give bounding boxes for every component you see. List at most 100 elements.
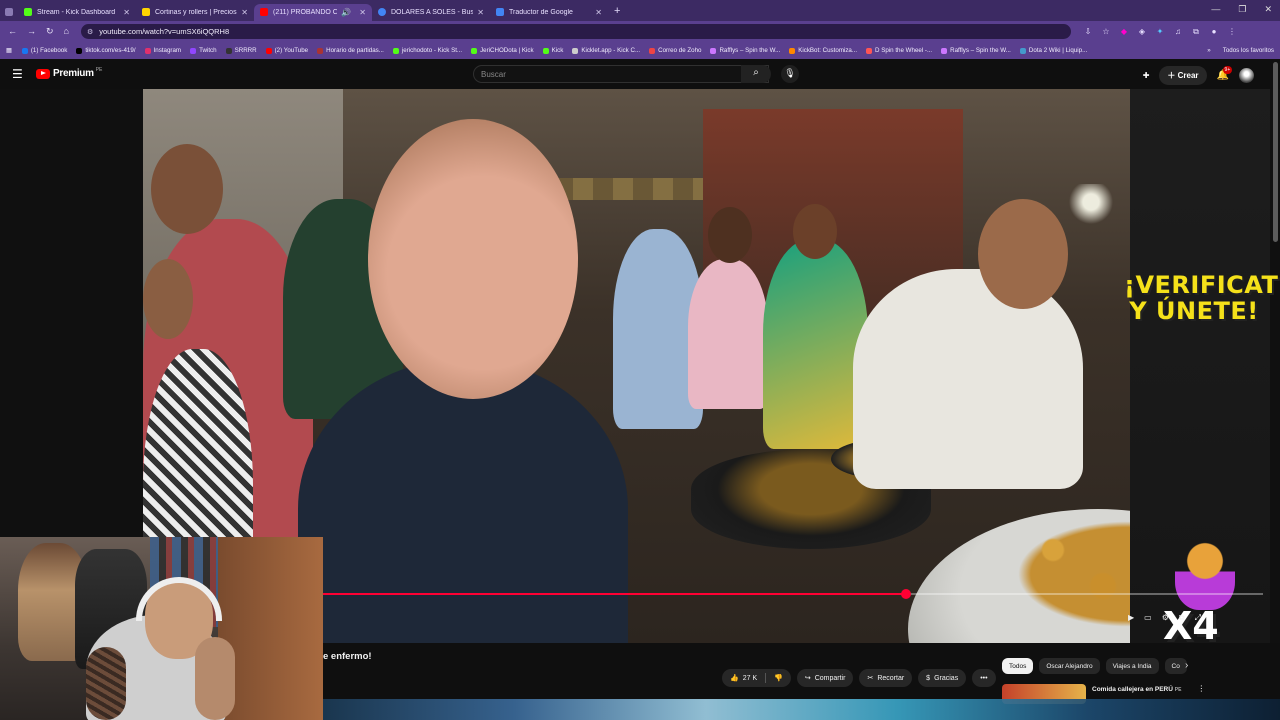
bookmark-item[interactable]: KickBot: Customiza... xyxy=(789,47,857,54)
site-info-icon[interactable]: ⚙ xyxy=(87,28,93,36)
bookmark-item[interactable]: Kicklet.app - Kick C... xyxy=(572,47,640,54)
hamburger-menu-icon[interactable]: ☰ xyxy=(12,67,23,81)
create-button[interactable]: ＋ Crear xyxy=(1159,66,1207,85)
close-window-icon[interactable]: ✕ xyxy=(1264,4,1272,15)
account-avatar[interactable] xyxy=(1239,68,1254,83)
close-icon[interactable]: ✕ xyxy=(595,8,602,17)
bookmark-item[interactable]: tiktok.com/es-419/ xyxy=(76,47,136,54)
progress-played xyxy=(323,593,906,595)
kebab-menu-icon[interactable]: ⋮ xyxy=(1227,27,1237,37)
back-icon[interactable]: ← xyxy=(8,26,17,37)
extension-icon[interactable]: ◆ xyxy=(1119,27,1129,37)
reload-icon[interactable]: ↻ xyxy=(46,26,54,37)
tab-dolares[interactable]: DOLARES A SOLES - Buscar co✕ xyxy=(372,4,490,21)
bookmark-item[interactable]: Rafflys – Spin the W... xyxy=(710,47,780,54)
bookmark-item[interactable]: Instagram xyxy=(144,47,181,54)
all-bookmarks-link[interactable]: Todos los favoritos xyxy=(1223,47,1274,54)
thumbs-down-icon[interactable]: 👎 xyxy=(774,674,783,682)
twitch-icon xyxy=(190,47,197,54)
notifications-button[interactable]: 🔔 9+ xyxy=(1217,66,1233,81)
youtube-icon xyxy=(265,47,272,54)
search-input[interactable]: Buscar xyxy=(473,65,769,83)
raised-hand xyxy=(195,637,235,720)
close-icon[interactable]: ✕ xyxy=(477,8,484,17)
minimize-icon[interactable]: — xyxy=(1211,4,1220,15)
forward-icon[interactable]: → xyxy=(27,26,36,37)
fullscreen-icon[interactable]: ⤢ xyxy=(1195,613,1201,623)
bookmark-item[interactable]: Correo de Zoho xyxy=(649,47,701,54)
install-icon[interactable]: ⇩ xyxy=(1083,27,1093,37)
bookmark-item[interactable]: JeriCHODota | Kick xyxy=(471,47,534,54)
extension-icon[interactable]: ♫ xyxy=(1173,27,1183,37)
share-button[interactable]: ↪ Compartir xyxy=(796,669,854,687)
subtitles-icon[interactable]: ▭ xyxy=(1144,613,1152,623)
recommended-title: Comida callejera en PERÚ xyxy=(1092,686,1173,693)
rafflys-icon xyxy=(710,47,717,54)
close-icon[interactable]: ✕ xyxy=(241,8,248,17)
search-button[interactable]: ⌕ xyxy=(741,65,771,83)
video-title: e enfermo! xyxy=(323,651,372,662)
speaker-icon[interactable]: 🔊 xyxy=(341,8,351,17)
woman-head xyxy=(143,259,193,339)
more-actions-button[interactable]: ••• xyxy=(972,669,996,687)
like-button[interactable]: 👍 27 K 👎 xyxy=(722,669,791,687)
window-controls: — ❐ ✕ xyxy=(1211,4,1272,15)
tab-search-icon[interactable] xyxy=(0,4,18,21)
close-icon[interactable]: ✕ xyxy=(359,8,366,17)
dota-icon xyxy=(317,47,324,54)
bookmark-item[interactable]: Dota 2 Wiki | Liquip... xyxy=(1019,47,1087,54)
puzzle-icon[interactable]: ⧉ xyxy=(1191,27,1201,37)
tattooed-arm xyxy=(86,647,126,720)
clip-button[interactable]: ✂ Recortar xyxy=(859,669,913,687)
more-dots-icon: ••• xyxy=(980,674,988,682)
bookmark-item[interactable]: (1) Facebook xyxy=(21,47,67,54)
star-icon[interactable]: ☆ xyxy=(1101,27,1111,37)
bookmark-item[interactable]: SRRRR xyxy=(225,47,257,54)
cast-icon[interactable]: ✚ xyxy=(1143,71,1150,80)
youtube-logo[interactable]: Premium PE xyxy=(36,67,102,79)
more-bookmarks-icon[interactable]: » xyxy=(1207,47,1210,54)
bookmarks-bar: ▦ (1) Facebook tiktok.com/es-419/ Instag… xyxy=(0,42,1280,59)
recommendation-chips: Todos Oscar Alejandro Viajes a India Co xyxy=(1002,658,1187,674)
thanks-button[interactable]: $ Gracias xyxy=(918,669,967,687)
chip-oscar[interactable]: Oscar Alejandro xyxy=(1039,658,1100,674)
wheel-icon xyxy=(866,47,873,54)
miniplayer-icon[interactable]: ⧉ xyxy=(1179,613,1185,623)
new-tab-button[interactable]: + xyxy=(614,5,620,17)
thanks-icon: $ xyxy=(926,674,931,682)
bookmark-item[interactable]: Twitch xyxy=(190,47,217,54)
extension-icon[interactable]: ◈ xyxy=(1137,27,1147,37)
chip-more[interactable]: Co xyxy=(1164,658,1187,674)
tab-cortinas[interactable]: Cortinas y rollers | Precios en ✕ xyxy=(136,4,254,21)
close-icon[interactable]: ✕ xyxy=(123,8,130,17)
tab-youtube-active[interactable]: (211) PROBANDO COMIDA🔊✕ xyxy=(254,3,372,21)
chip-all[interactable]: Todos xyxy=(1002,658,1034,674)
address-bar[interactable]: ⚙ youtube.com/watch?v=umSX6iQQRH8 xyxy=(80,24,1071,39)
chip-india[interactable]: Viajes a India xyxy=(1105,658,1159,674)
progress-scrubber[interactable] xyxy=(900,589,911,599)
bookmark-item[interactable]: Rafflys – Spin the W... xyxy=(941,47,1011,54)
host-head xyxy=(368,119,578,399)
bookmark-item[interactable]: Kick xyxy=(542,47,563,54)
extension-icon[interactable]: ✦ xyxy=(1155,27,1165,37)
tab-kick-dashboard[interactable]: Stream - Kick Dashboard ✕ xyxy=(18,4,136,21)
profile-icon[interactable]: ● xyxy=(1209,27,1219,37)
streamer-webcam xyxy=(0,537,323,720)
kick-icon xyxy=(392,47,399,54)
home-icon[interactable]: ⌂ xyxy=(64,26,69,37)
page-scrollbar[interactable] xyxy=(1273,62,1278,242)
maximize-icon[interactable]: ❐ xyxy=(1238,4,1246,15)
bookmark-item[interactable]: Horario de partidas... xyxy=(317,47,384,54)
bookmark-item[interactable]: D Spin the Wheel -... xyxy=(866,47,932,54)
settings-icon[interactable]: ⚙ xyxy=(1162,613,1169,623)
apps-icon[interactable]: ▦ xyxy=(6,47,12,54)
man-head xyxy=(151,144,223,234)
bookmark-item[interactable]: (2) YouTube xyxy=(265,47,308,54)
video-progress-bar[interactable] xyxy=(323,589,1263,599)
tab-translate[interactable]: Traductor de Google ✕ xyxy=(490,4,608,21)
extensions-area: ⇩ ☆ ◆ ◈ ✦ ♫ ⧉ ● ⋮ xyxy=(1083,27,1237,37)
autoplay-toggle-icon[interactable]: ▶ xyxy=(1128,613,1134,623)
voice-search-button[interactable]: 🎙 xyxy=(781,65,799,83)
chevron-right-icon[interactable]: › xyxy=(1185,660,1188,671)
bookmark-item[interactable]: jerichodoto - Kick St... xyxy=(392,47,462,54)
